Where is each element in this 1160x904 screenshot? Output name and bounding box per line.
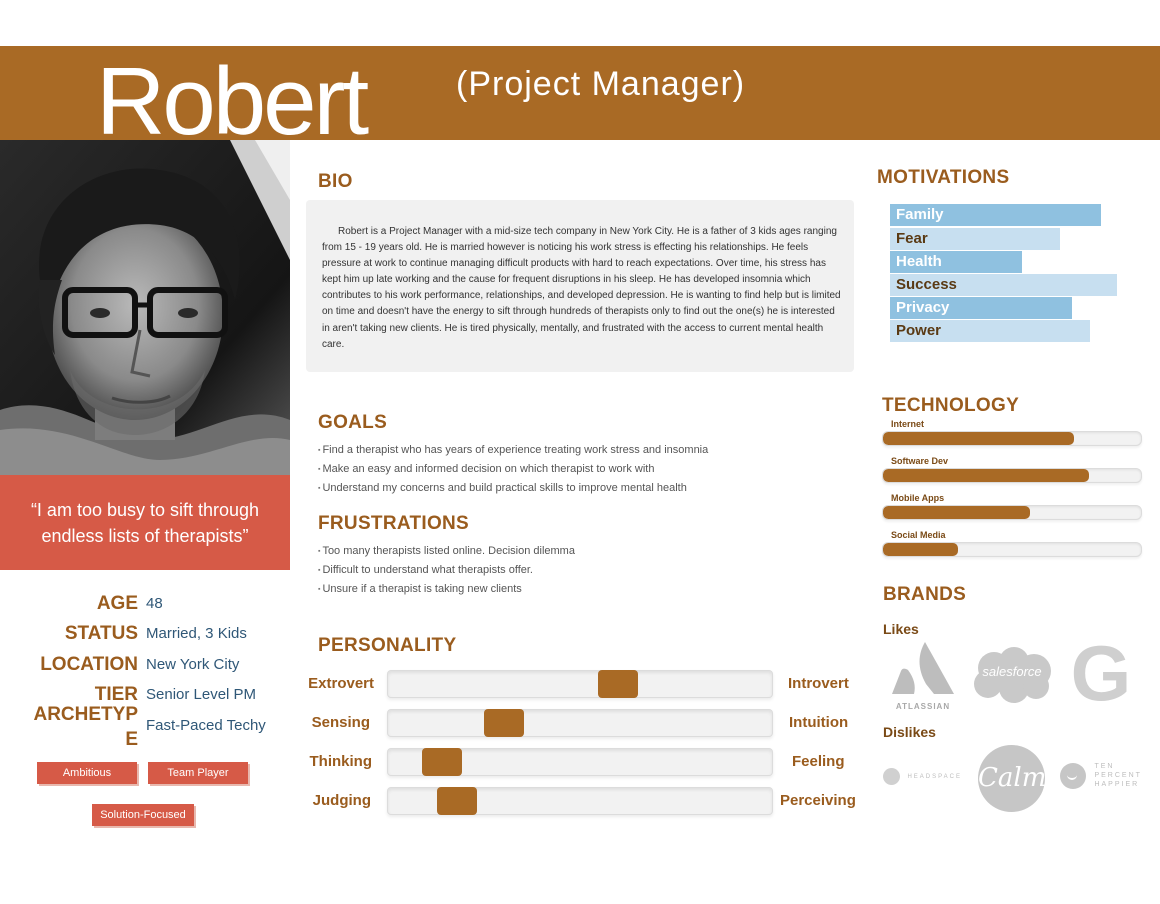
- personality-title: PERSONALITY: [318, 635, 457, 656]
- headspace-dot-icon: [883, 768, 900, 786]
- brands-title: BRANDS: [883, 584, 967, 605]
- age-label: AGE: [96, 593, 138, 614]
- frustrations-title: FRUSTRATIONS: [318, 513, 470, 534]
- frustrations-list: Too many therapists listed online. Decis…: [318, 542, 575, 599]
- motivation-bar-privacy: Privacy: [890, 297, 1072, 319]
- tier-value: Senior Level PM: [146, 686, 257, 703]
- tech-bar-fill: [883, 432, 1074, 445]
- personality-left-label: Sensing: [311, 714, 370, 731]
- frustration-item: Too many therapists listed online. Decis…: [318, 542, 575, 561]
- personality-right-label: Intuition: [789, 714, 849, 731]
- technology-title: TECHNOLOGY: [882, 395, 1020, 416]
- motivation-bar-success: Success: [890, 274, 1117, 296]
- persona-quote: “I am too busy to sift through endless l…: [30, 500, 260, 546]
- atlassian-logo: ATLASSIAN: [890, 640, 956, 711]
- goals-list: Find a therapist who has years of experi…: [318, 441, 708, 498]
- tech-bar-fill: [883, 469, 1090, 482]
- ten-percent-happier-wordmark: TEN PERCENT HAPPIER: [1094, 763, 1142, 788]
- tier-label: TIER: [94, 684, 138, 705]
- archetype-label-wrap: E: [125, 729, 138, 750]
- tech-label: Mobile Apps: [891, 493, 945, 503]
- personality-knob: [598, 670, 639, 698]
- personality-slider-extrovert-introvert: [387, 670, 773, 698]
- salesforce-wordmark: salesforce: [982, 664, 1042, 679]
- portrait-illustration: [0, 140, 290, 475]
- headspace-logo: HEADSPACE: [883, 768, 962, 786]
- personality-right-label: Introvert: [788, 675, 849, 692]
- personality-knob: [421, 748, 462, 776]
- personality-slider-thinking-feeling: [387, 748, 773, 776]
- tech-label: Software Dev: [891, 456, 949, 466]
- calm-logo: Calm: [978, 745, 1046, 812]
- tech-bar-mobile-apps: [882, 505, 1142, 520]
- ten-percent-happier-logo: TEN PERCENT HAPPIER: [1060, 762, 1142, 789]
- salesforce-logo: salesforce: [970, 646, 1054, 709]
- tech-bar-fill: [883, 543, 958, 556]
- personality-knob: [483, 709, 524, 737]
- location-label: LOCATION: [40, 654, 138, 675]
- personality-left-label: Thinking: [309, 753, 373, 770]
- goal-item: Find a therapist who has years of experi…: [318, 441, 708, 460]
- motivation-bar-power: Power: [890, 320, 1090, 342]
- tech-bar-software-dev: [882, 468, 1142, 483]
- motivation-bar-family: Family: [890, 204, 1102, 226]
- goals-title: GOALS: [318, 412, 388, 433]
- archetype-label: ARCHETYP: [33, 704, 138, 725]
- headspace-wordmark: HEADSPACE: [907, 773, 963, 780]
- bio-title: BIO: [318, 171, 353, 192]
- goal-item: Make an easy and informed decision on wh…: [318, 460, 708, 479]
- motivation-bar-health: Health: [890, 251, 1022, 273]
- atlassian-wordmark: ATLASSIAN: [895, 702, 951, 711]
- bio-text: Robert is a Project Manager with a mid-s…: [322, 226, 841, 350]
- personality-slider-judging-perceiving: [387, 787, 773, 815]
- tech-label: Internet: [891, 419, 925, 429]
- personality-slider-sensing-intuition: [387, 709, 773, 737]
- personality-right-label: Feeling: [792, 753, 845, 770]
- tag-team-player: Team Player: [148, 762, 248, 784]
- tech-bar-internet: [882, 431, 1142, 446]
- goal-item: Understand my concerns and build practic…: [318, 479, 708, 498]
- google-logo: G: [1070, 629, 1132, 717]
- likes-label: Likes: [883, 621, 919, 637]
- frustration-item: Unsure if a therapist is taking new clie…: [318, 580, 575, 599]
- ten-percent-happier-icon: [1060, 762, 1086, 789]
- atlassian-icon: [892, 642, 954, 694]
- tech-bar-fill: [883, 506, 1031, 519]
- tech-bar-social-media: [882, 542, 1142, 557]
- tag-solution-focused: Solution-Focused: [92, 804, 194, 826]
- tag-ambitious: Ambitious: [37, 762, 137, 784]
- motivation-bar-fear: Fear: [890, 228, 1061, 250]
- frustration-item: Difficult to understand what therapists …: [318, 561, 575, 580]
- personality-left-label: Extrovert: [308, 675, 374, 692]
- tech-label: Social Media: [891, 530, 946, 540]
- location-value: New York City: [146, 656, 240, 673]
- dislikes-label: Dislikes: [883, 724, 936, 740]
- persona-photo: [0, 140, 290, 475]
- status-value: Married, 3 Kids: [146, 625, 247, 642]
- archetype-value: Fast-Paced Techy: [146, 717, 266, 734]
- personality-right-label: Perceiving: [780, 792, 856, 809]
- motivations-title: MOTIVATIONS: [877, 167, 1010, 188]
- age-value: 48: [146, 595, 163, 612]
- personality-knob: [437, 787, 477, 815]
- persona-role: (Project Manager): [456, 65, 746, 103]
- quote-box: “I am too busy to sift through endless l…: [0, 475, 290, 570]
- status-label: STATUS: [64, 623, 138, 644]
- personality-left-label: Judging: [312, 792, 371, 809]
